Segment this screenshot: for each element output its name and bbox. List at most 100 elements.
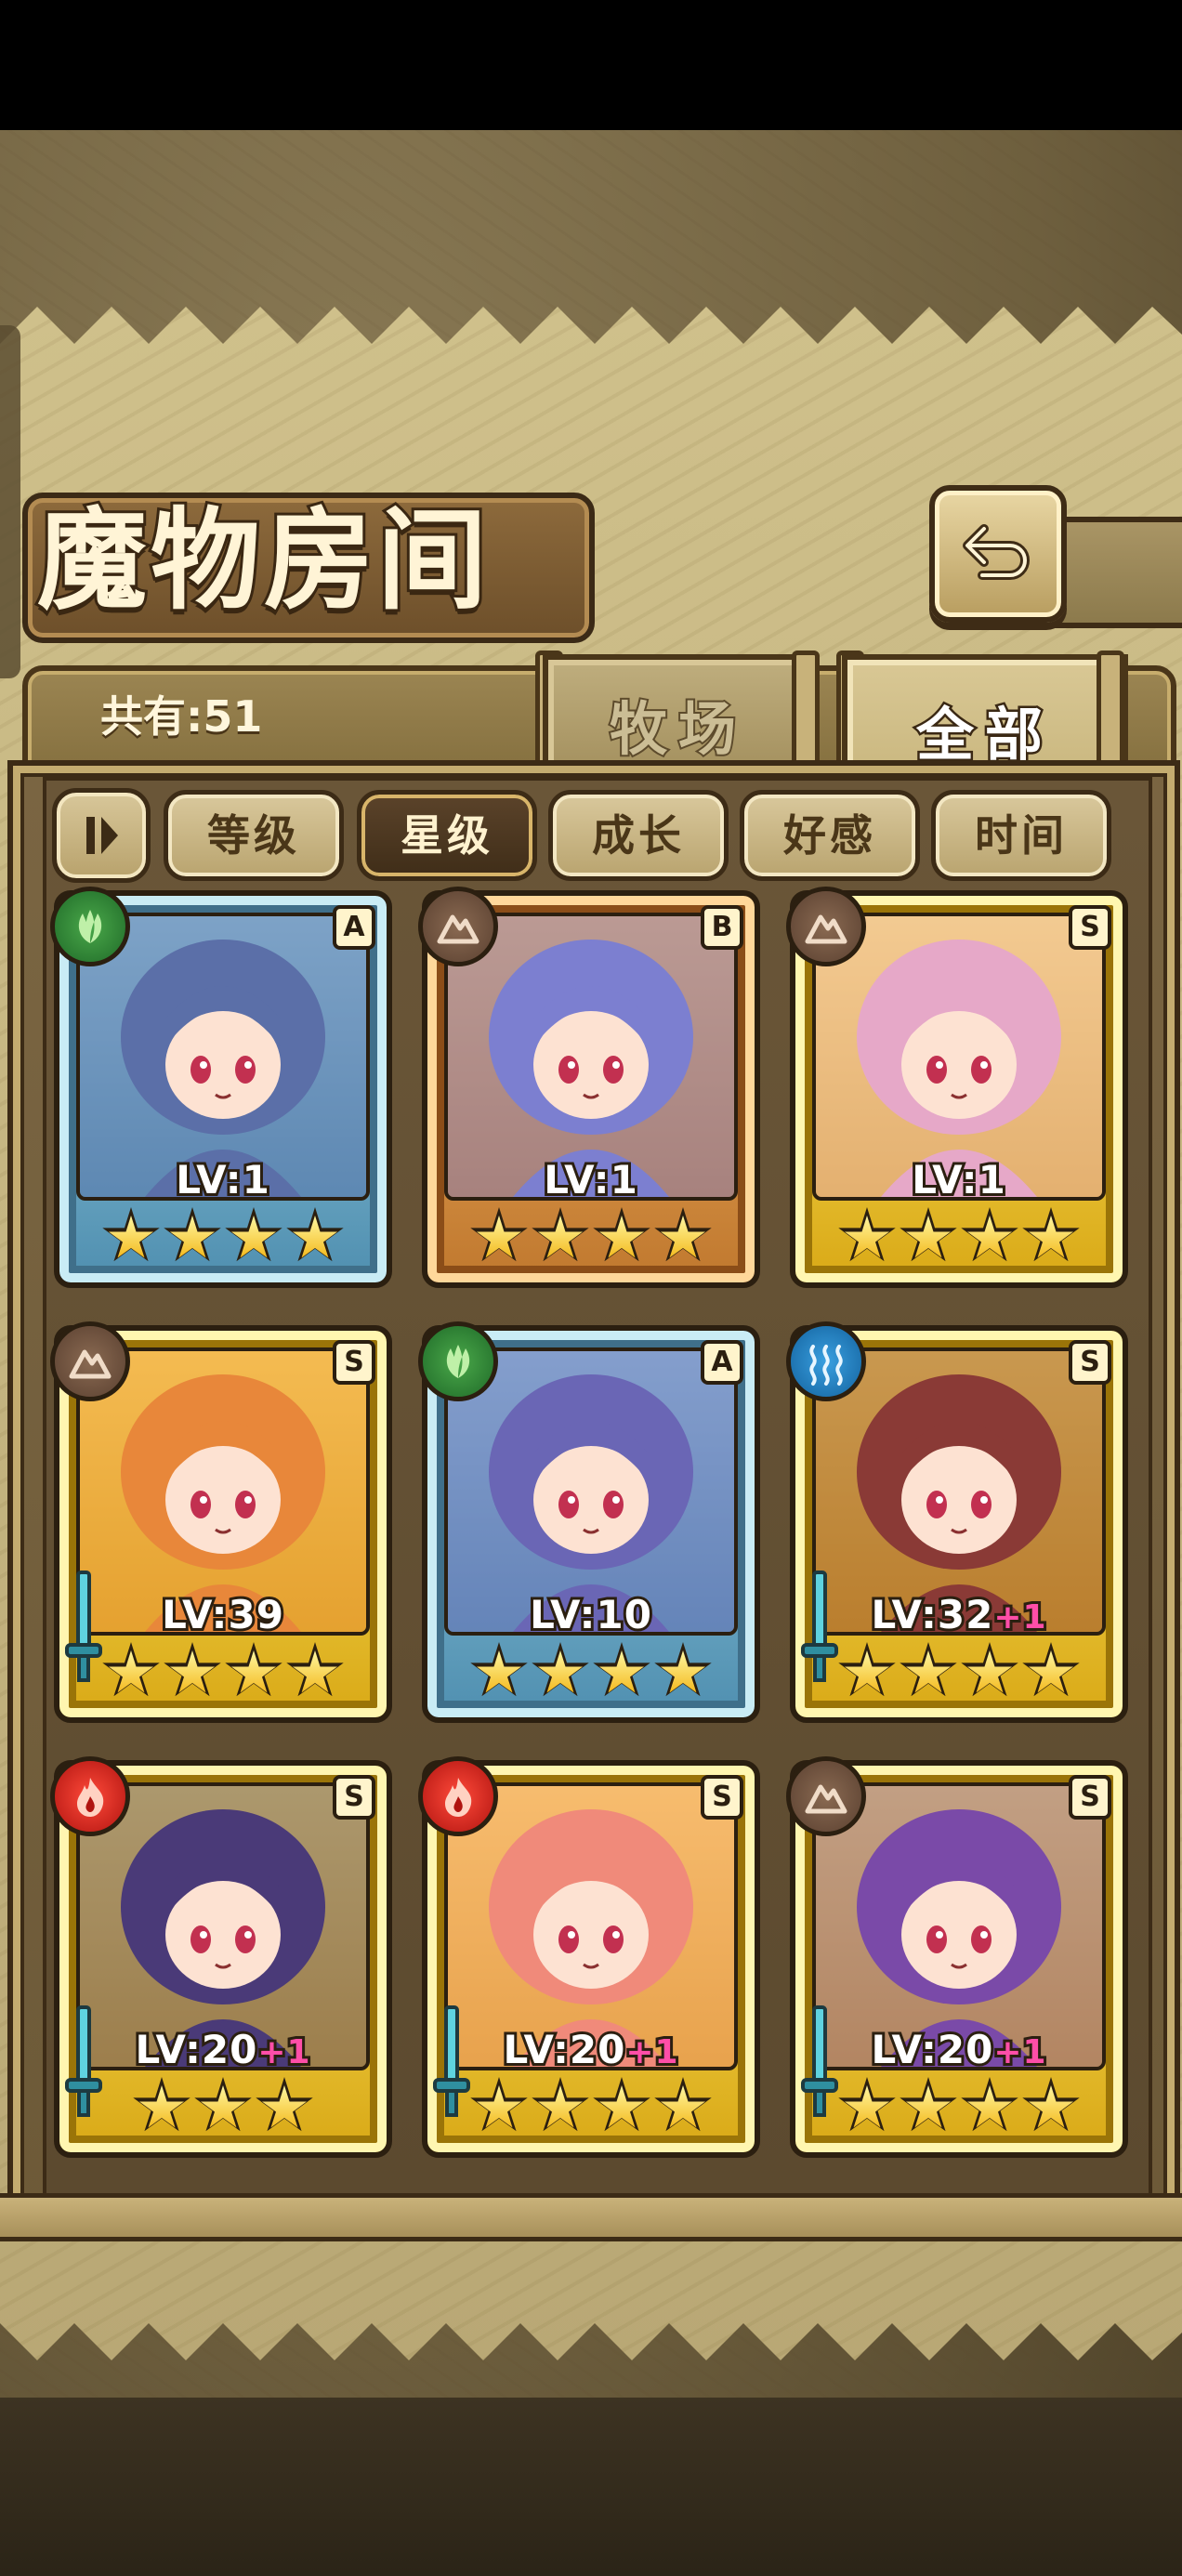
star-icon bbox=[470, 1207, 528, 1262]
star-icon bbox=[256, 2077, 313, 2132]
star-icon bbox=[470, 1642, 528, 1697]
star-icon bbox=[194, 2077, 252, 2132]
star-icon bbox=[1022, 1642, 1080, 1697]
star-rating bbox=[827, 1639, 1091, 1704]
element-nature-icon bbox=[50, 887, 130, 966]
level-value: LV:20 bbox=[500, 2024, 627, 2075]
monster-level: LV:39 bbox=[54, 1587, 392, 1643]
side-drawer-handle[interactable] bbox=[0, 325, 20, 678]
status-bar bbox=[0, 0, 1182, 130]
rank-badge: S bbox=[1069, 1340, 1111, 1385]
monster-level: LV:20+1 bbox=[422, 2022, 760, 2078]
element-earth-icon bbox=[50, 1321, 130, 1401]
sort-by-time[interactable]: 时间 bbox=[931, 790, 1111, 881]
return-arrow-icon bbox=[963, 524, 1030, 580]
board-bottom-rail bbox=[0, 2193, 1182, 2241]
sort-order-icon bbox=[86, 817, 118, 854]
star-icon bbox=[532, 2077, 589, 2132]
level-bonus: +1 bbox=[991, 1596, 1048, 1639]
sort-by-star[interactable]: 星级 bbox=[357, 790, 537, 881]
level-value: LV:39 bbox=[159, 1589, 286, 1640]
star-icon bbox=[225, 1642, 282, 1697]
star-icon bbox=[593, 1642, 650, 1697]
star-icon bbox=[900, 1207, 957, 1262]
star-rating bbox=[459, 1639, 723, 1704]
element-fire-icon bbox=[418, 1756, 498, 1836]
star-icon bbox=[225, 1207, 282, 1262]
level-value: LV:1 bbox=[909, 1154, 1008, 1205]
star-icon bbox=[838, 1642, 896, 1697]
monster-level: LV:1 bbox=[422, 1152, 760, 1208]
bottom-map-area bbox=[0, 2398, 1182, 2576]
sort-by-level[interactable]: 等级 bbox=[164, 790, 344, 881]
monster-card[interactable]: S LV:32+1 bbox=[786, 1321, 1128, 1723]
star-icon bbox=[286, 1642, 344, 1697]
monster-card[interactable]: S LV:20+1 bbox=[786, 1756, 1128, 2158]
monster-level: LV:20+1 bbox=[54, 2022, 392, 2078]
rank-badge: S bbox=[701, 1775, 743, 1820]
star-icon bbox=[593, 1207, 650, 1262]
star-icon bbox=[654, 1207, 712, 1262]
element-earth-icon bbox=[786, 1756, 866, 1836]
sort-by-affection[interactable]: 好感 bbox=[740, 790, 920, 881]
element-fire-icon bbox=[50, 1756, 130, 1836]
rank-badge: S bbox=[333, 1340, 375, 1385]
monster-count: 共有:51 bbox=[100, 691, 263, 742]
monster-card[interactable]: S LV:20+1 bbox=[418, 1756, 760, 2158]
back-tab-strip bbox=[1050, 517, 1182, 628]
star-icon bbox=[164, 1207, 221, 1262]
element-earth-icon bbox=[418, 887, 498, 966]
star-icon bbox=[102, 1642, 160, 1697]
star-rating bbox=[459, 1204, 723, 1269]
star-rating bbox=[91, 2074, 355, 2139]
rank-badge: B bbox=[701, 905, 743, 950]
page-title: 魔物房间 bbox=[34, 493, 492, 627]
monster-card[interactable]: S LV:1 bbox=[786, 887, 1128, 1288]
monster-level: LV:32+1 bbox=[790, 1587, 1128, 1643]
monster-card[interactable]: B LV:1 bbox=[418, 887, 760, 1288]
star-icon bbox=[838, 1207, 896, 1262]
star-icon bbox=[961, 2077, 1018, 2132]
monster-card[interactable]: A LV:10 bbox=[418, 1321, 760, 1723]
star-rating bbox=[91, 1204, 355, 1269]
monster-level: LV:20+1 bbox=[790, 2022, 1128, 2078]
rank-badge: S bbox=[1069, 905, 1111, 950]
level-value: LV:20 bbox=[868, 2024, 995, 2075]
monster-card[interactable]: A LV:1 bbox=[50, 887, 392, 1288]
element-earth-icon bbox=[786, 887, 866, 966]
level-value: LV:32 bbox=[868, 1589, 995, 1640]
star-icon bbox=[654, 2077, 712, 2132]
back-button[interactable] bbox=[929, 485, 1067, 623]
level-value: LV:10 bbox=[527, 1589, 654, 1640]
monster-level: LV:10 bbox=[422, 1587, 760, 1643]
rank-badge: A bbox=[701, 1340, 743, 1385]
sort-by-growth[interactable]: 成长 bbox=[548, 790, 729, 881]
sort-order-toggle[interactable] bbox=[52, 788, 151, 883]
star-rating bbox=[827, 2074, 1091, 2139]
star-icon bbox=[654, 1642, 712, 1697]
level-bonus: +1 bbox=[991, 2031, 1048, 2074]
monster-card[interactable]: S LV:20+1 bbox=[50, 1756, 392, 2158]
star-icon bbox=[593, 2077, 650, 2132]
monster-card[interactable]: S LV:39 bbox=[50, 1321, 392, 1723]
star-rating bbox=[459, 2074, 723, 2139]
star-rating bbox=[827, 1204, 1091, 1269]
rank-badge: A bbox=[333, 905, 375, 950]
level-value: LV:20 bbox=[132, 2024, 259, 2075]
star-icon bbox=[900, 1642, 957, 1697]
star-icon bbox=[532, 1642, 589, 1697]
star-icon bbox=[1022, 2077, 1080, 2132]
level-bonus: +1 bbox=[623, 2031, 680, 2074]
star-icon bbox=[133, 2077, 190, 2132]
star-icon bbox=[532, 1207, 589, 1262]
level-value: LV:1 bbox=[173, 1154, 272, 1205]
monster-level: LV:1 bbox=[54, 1152, 392, 1208]
star-icon bbox=[838, 2077, 896, 2132]
star-icon bbox=[961, 1207, 1018, 1262]
monster-level: LV:1 bbox=[790, 1152, 1128, 1208]
star-icon bbox=[900, 2077, 957, 2132]
element-water-icon bbox=[786, 1321, 866, 1401]
level-bonus: +1 bbox=[255, 2031, 312, 2074]
star-icon bbox=[102, 1207, 160, 1262]
rank-badge: S bbox=[1069, 1775, 1111, 1820]
